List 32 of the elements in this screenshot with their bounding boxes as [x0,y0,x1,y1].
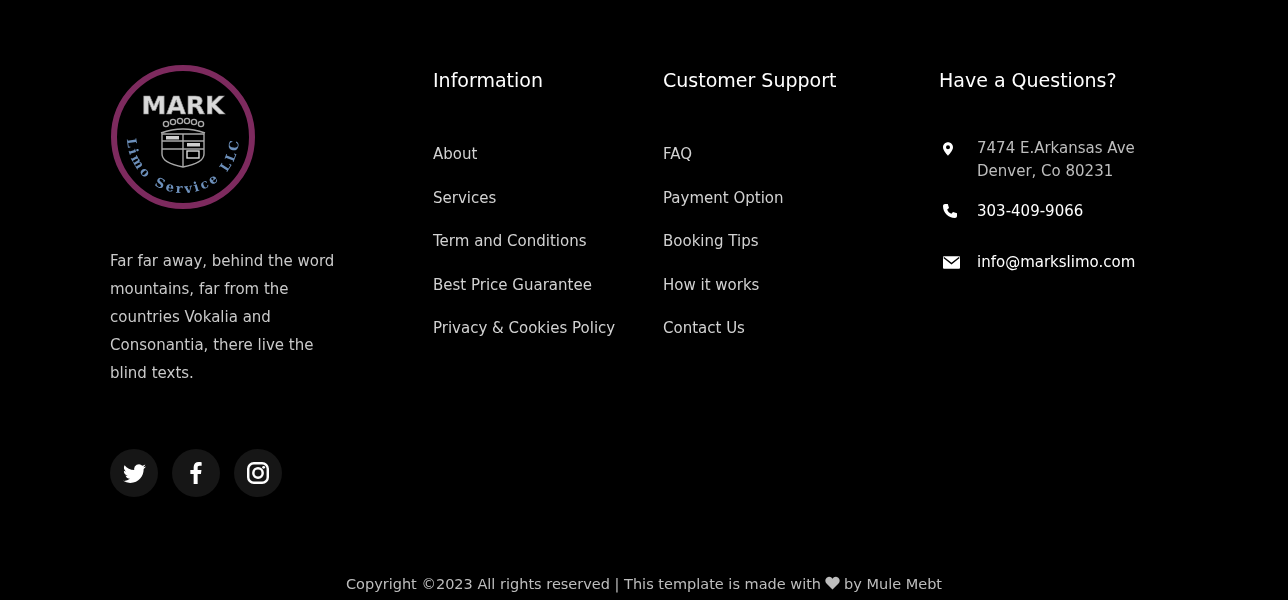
camera-icon [247,462,269,484]
social-button[interactable] [110,449,158,497]
footer-link[interactable]: Best Price Guarantee [433,275,592,294]
phone-link[interactable]: 303-409-9066 [977,199,1084,223]
footer-link[interactable]: Payment Option [663,188,784,207]
address-text: 7474 E.Arkansas Ave Denver, Co 80231 [977,138,1135,182]
heart-icon [825,576,841,590]
about-paragraph: Far far away, behind the word mountains, far from the countries Vokalia and Consonantia, there live the blind texts. [110,251,336,384]
letter-f-icon [190,462,202,484]
credit-text: by Mule Mebt [844,576,943,592]
footer-link[interactable]: Contact Us [663,319,745,337]
column-heading: Have a Questions? [939,68,1118,92]
map-pin-icon [943,142,953,156]
logo-subtitle-word: Service [152,169,223,197]
footer-link[interactable]: FAQ [663,145,693,163]
column-heading: Information [433,68,544,92]
email-link[interactable]: info@markslimo.com [977,250,1136,274]
social-button[interactable] [234,449,282,497]
social-button[interactable] [172,449,220,497]
phone-icon [943,204,957,218]
footer-link[interactable]: About [433,145,478,163]
footer-link[interactable]: How it works [663,275,760,294]
column-heading: Customer Support [663,68,838,92]
envelope-icon [943,256,960,269]
crest-drawing [160,117,206,168]
footer-link[interactable]: Booking Tips [663,232,759,250]
bird-icon [122,463,146,483]
footer-link[interactable]: Term and Conditions [433,232,587,250]
footer-link[interactable]: Privacy & Cookies Policy [433,319,616,337]
logo-title: MARK [141,91,225,120]
footer-link[interactable]: Services [433,188,497,207]
copyright-text: Copyright ©2023 All rights reserved | This template is made with [345,576,822,592]
